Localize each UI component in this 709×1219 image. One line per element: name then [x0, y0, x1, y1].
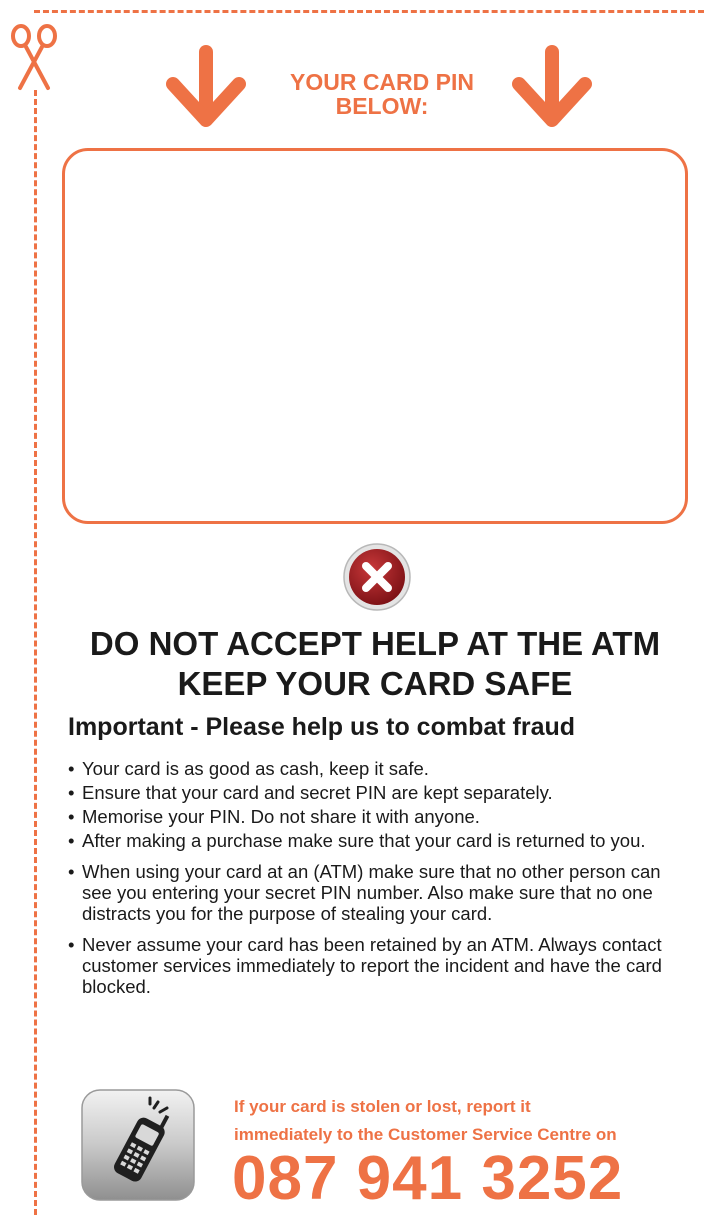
cut-line-top: [34, 10, 704, 13]
arrow-down-icon: [166, 45, 246, 127]
report-line1: If your card is stolen or lost, report i…: [234, 1097, 531, 1116]
warning-line1: DO NOT ACCEPT HELP AT THE ATM: [89, 625, 661, 662]
tip-item: Ensure that your card and secret PIN are…: [68, 782, 688, 803]
tips-list: Your card is as good as cash, keep it sa…: [68, 758, 688, 1000]
pin-heading: YOUR CARD PIN BELOW:: [256, 70, 508, 118]
mobile-phone-icon: [81, 1089, 195, 1201]
important-heading: Important - Please help us to combat fra…: [68, 713, 576, 741]
cut-line-left: [34, 90, 37, 1215]
tip-item: Your card is as good as cash, keep it sa…: [68, 758, 688, 779]
tip-item: When using your card at an (ATM) make su…: [68, 861, 688, 924]
tip-item: Never assume your card has been retained…: [68, 934, 688, 997]
warning-line2: KEEP YOUR CARD SAFE: [177, 665, 573, 702]
close-circle-icon: [343, 543, 411, 611]
scissors-icon: [11, 24, 57, 90]
tip-item: After making a purchase make sure that y…: [68, 830, 688, 851]
tip-item: Memorise your PIN. Do not share it with …: [68, 806, 688, 827]
phone-number[interactable]: 087 941 3252: [232, 1147, 623, 1211]
pin-heading-line2: BELOW:: [335, 93, 429, 119]
pin-box: [62, 148, 688, 524]
warning-title: DO NOT ACCEPT HELP AT THE ATM KEEP YOUR …: [40, 624, 709, 704]
arrow-down-icon: [512, 45, 592, 127]
report-instructions: If your card is stolen or lost, report i…: [234, 1093, 704, 1149]
pin-heading-line1: YOUR CARD PIN: [289, 69, 474, 95]
